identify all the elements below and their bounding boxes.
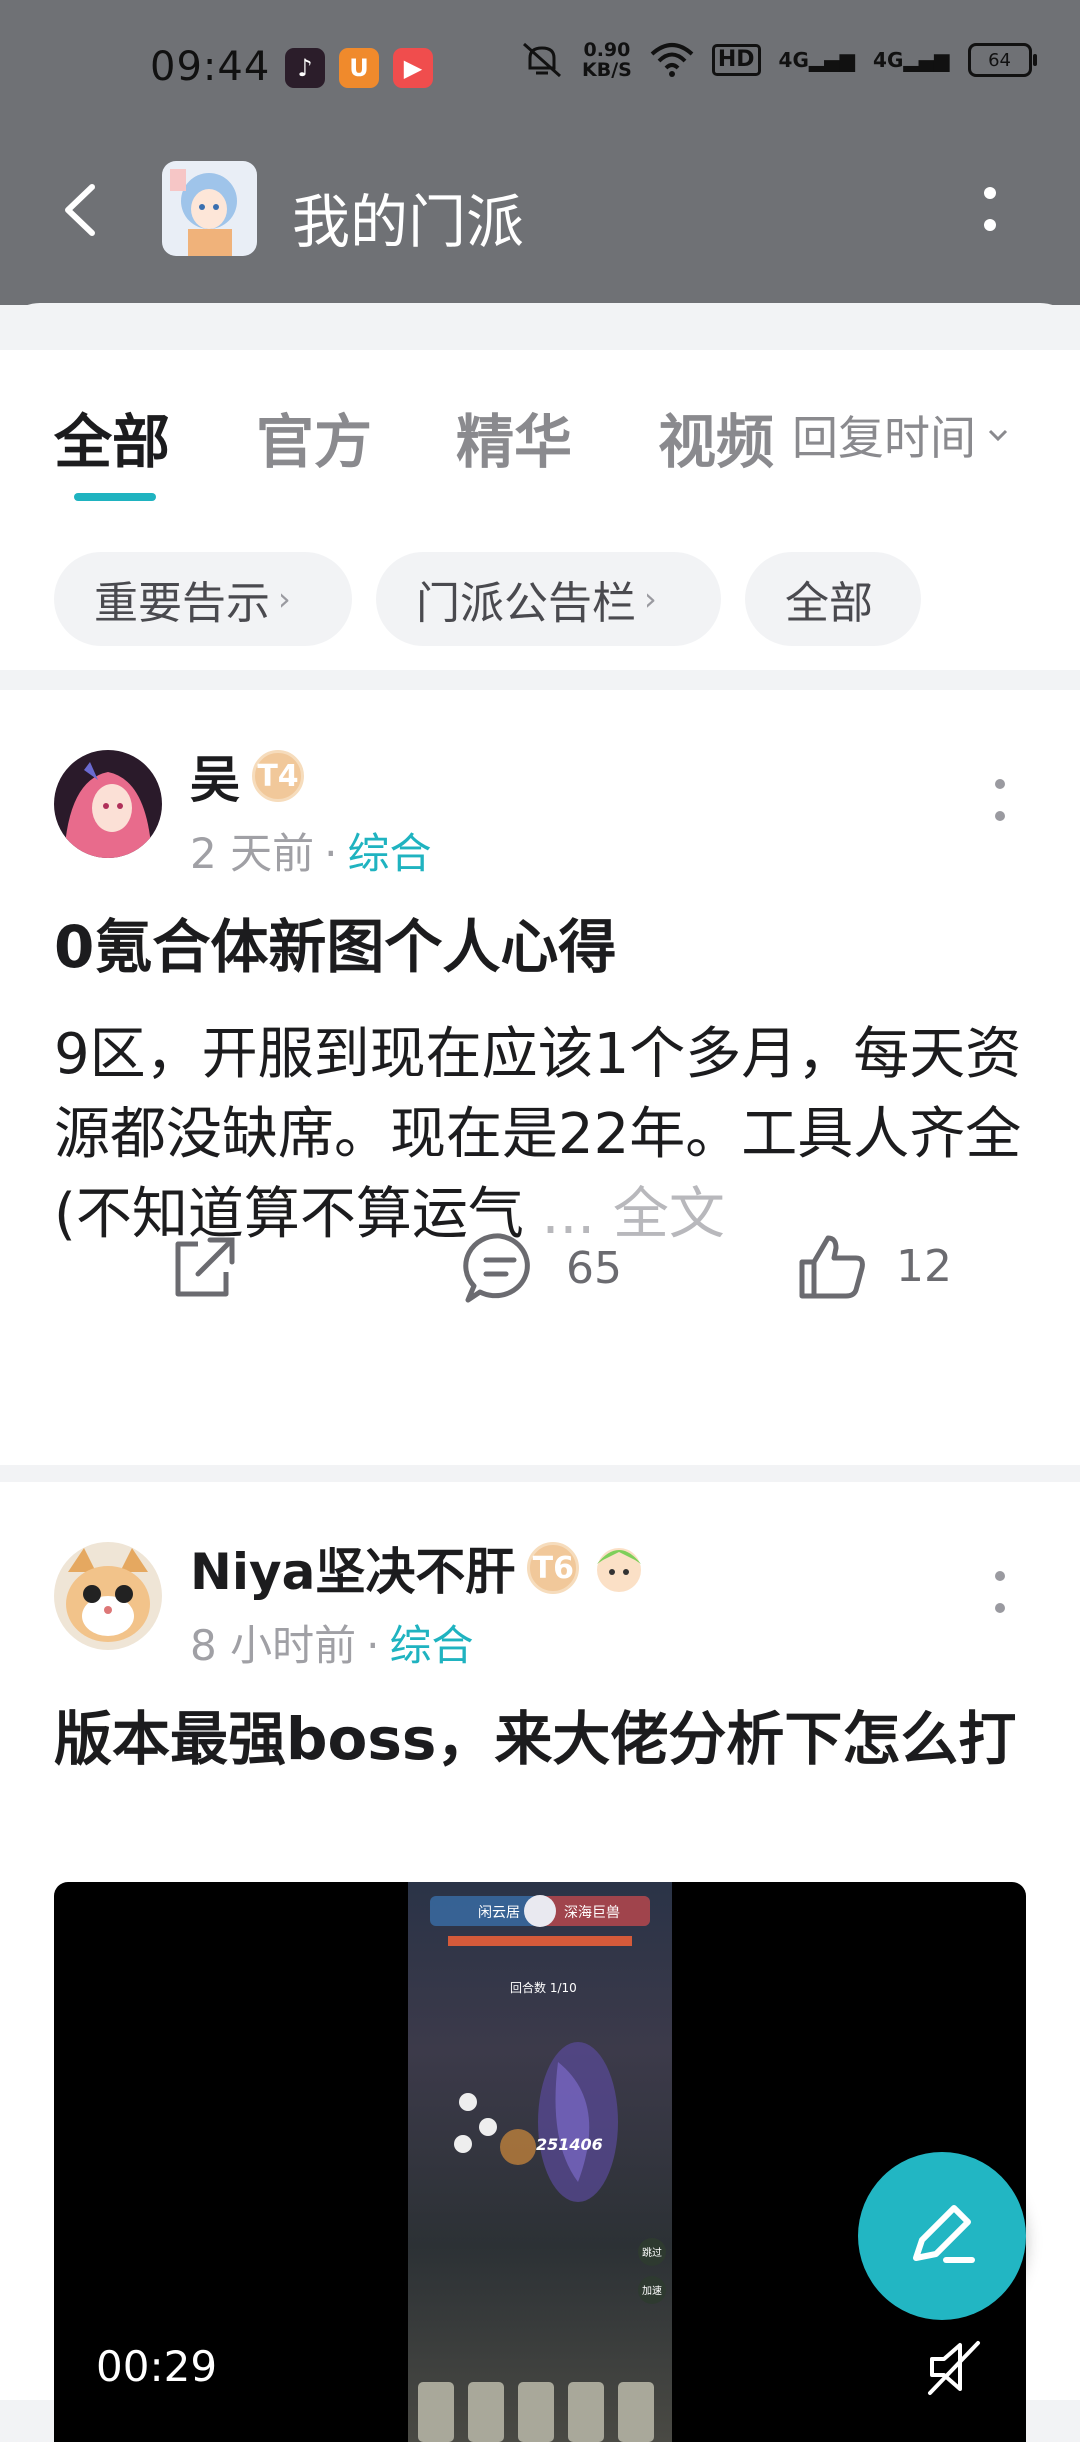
anime-girl-avatar-image [54, 750, 162, 858]
post-category[interactable]: 综合 [347, 829, 431, 878]
team-right-label: 深海巨兽 [564, 1905, 620, 1921]
post-more-icon[interactable] [985, 770, 1015, 830]
status-time: 09:44 [150, 44, 271, 90]
tab-official[interactable]: 官方 [256, 395, 372, 479]
wifi-icon [650, 43, 694, 77]
post-card[interactable]: 吴 T4 2 天前 · 综合 0氪合体新图个人心得 9区，开服到现在应该1个多月，每… [0, 690, 1080, 1465]
tab-all[interactable]: 全部 [54, 395, 170, 479]
damage-number: 251406 [536, 2135, 603, 2154]
notification-icons: ♪ U ▶ [285, 48, 433, 88]
sort-label: 回复时间 [792, 411, 976, 465]
post-title[interactable]: 0氪合体新图个人心得 [54, 908, 1034, 986]
speed-unit: KB/S [582, 59, 632, 81]
comment-icon [463, 1233, 530, 1303]
signal-4g-1: 4G▂▄▆ [778, 48, 856, 72]
battery-indicator: 64 [967, 43, 1037, 77]
comment-button[interactable]: 65 [462, 1230, 622, 1306]
meta-separator: · [324, 829, 338, 878]
post-title[interactable]: 版本最强boss，来大佬分析下怎么打 [54, 1698, 1034, 1780]
group-avatar[interactable] [162, 161, 257, 256]
anime-character-avatar-image [162, 161, 257, 256]
avatar[interactable] [54, 750, 162, 858]
page-title: 我的门派 [292, 188, 525, 256]
active-tab-indicator [74, 493, 156, 501]
speed-label: 加速 [642, 2285, 662, 2297]
game-battle-scene-image: 闲云居 深海巨兽 回合数 1/10 251406 跳过 加速 [418, 1895, 666, 2442]
video-duration: 00:29 [96, 2342, 218, 2391]
status-indicators: 0.90 KB/S HD 4G▂▄▆ 4G▂▄▆ 64 [520, 40, 1037, 80]
thumbs-up-icon [799, 1235, 865, 1299]
filter-chips: 重要告示 › 门派公告栏 › 全部 [0, 520, 1080, 670]
post-actions: 65 12 [0, 1205, 1080, 1325]
signal-4g-2: 4G▂▄▆ [873, 48, 950, 72]
elf-character-badge-icon [597, 1548, 642, 1592]
hd-badge: HD [711, 44, 761, 76]
chevron-right-icon: › [278, 580, 291, 618]
comment-count: 65 [566, 1242, 622, 1294]
share-icon [175, 1237, 235, 1297]
cat-avatar-image [54, 1542, 162, 1650]
chip-label: 全部 [785, 578, 873, 629]
more-vertical-icon[interactable] [970, 175, 1010, 245]
sheet-top-edge [0, 303, 1080, 351]
post-meta: 2 天前 · 综合 [190, 820, 431, 881]
share-button[interactable] [168, 1230, 240, 1302]
video-player[interactable]: 闲云居 深海巨兽 回合数 1/10 251406 跳过 加速 00:29 [54, 1882, 1026, 2442]
post-time: 2 天前 [190, 829, 315, 878]
post-author[interactable]: Niya坚决不肝 T6 [190, 1532, 647, 1604]
like-count: 12 [896, 1240, 952, 1292]
video-app-icon: ▶ [393, 48, 433, 88]
pen-icon [913, 2205, 975, 2263]
top-app-bar: 我的门派 [0, 145, 1080, 305]
status-bar: 09:44 ♪ U ▶ 0.90 KB/S HD 4G▂▄▆ 4G▂▄▆ 64 [0, 0, 1080, 145]
video-thumbnail: 闲云居 深海巨兽 回合数 1/10 251406 跳过 加速 [408, 1882, 672, 2442]
chevron-right-icon: › [644, 580, 657, 618]
mute-icon[interactable] [924, 2337, 984, 2397]
chip-label: 门派公告栏 [416, 578, 636, 629]
compose-post-button[interactable] [858, 2152, 1026, 2320]
meta-separator: · [366, 1621, 380, 1670]
post-time: 8 小时前 [190, 1621, 357, 1670]
post-category[interactable]: 综合 [389, 1621, 473, 1670]
uc-browser-icon: U [339, 48, 379, 88]
chip-label: 重要告示 [94, 578, 270, 629]
speed-value: 0.90 [583, 39, 631, 61]
tab-video[interactable]: 视频 [658, 395, 774, 479]
tab-featured[interactable]: 精华 [456, 395, 572, 479]
chip-important-notice[interactable]: 重要告示 › [54, 552, 352, 646]
back-button[interactable] [48, 175, 118, 245]
round-counter: 回合数 1/10 [510, 1980, 577, 1995]
like-button[interactable]: 12 [796, 1230, 952, 1302]
level-badge: T4 [252, 750, 304, 802]
author-name: Niya坚决不肝 [190, 1543, 516, 1601]
post-author[interactable]: 吴 T4 [190, 740, 304, 812]
tiktok-icon: ♪ [285, 48, 325, 88]
chevron-down-icon [988, 429, 1008, 442]
post-more-icon[interactable] [985, 1562, 1015, 1622]
chip-sect-bulletin[interactable]: 门派公告栏 › [376, 552, 721, 646]
sort-dropdown[interactable]: 回复时间 [792, 402, 1012, 468]
post-meta: 8 小时前 · 综合 [190, 1612, 473, 1673]
mute-bell-icon [523, 42, 561, 78]
author-name: 吴 [190, 751, 240, 809]
team-left-label: 闲云居 [478, 1905, 520, 1921]
network-speed: 0.90 KB/S [582, 40, 632, 80]
avatar[interactable] [54, 1542, 162, 1650]
tab-bar: 全部 官方 精华 视频 回复时间 [0, 350, 1080, 520]
skip-label: 跳过 [642, 2246, 662, 2259]
chip-all[interactable]: 全部 [745, 552, 921, 646]
level-badge: T6 [527, 1542, 580, 1594]
